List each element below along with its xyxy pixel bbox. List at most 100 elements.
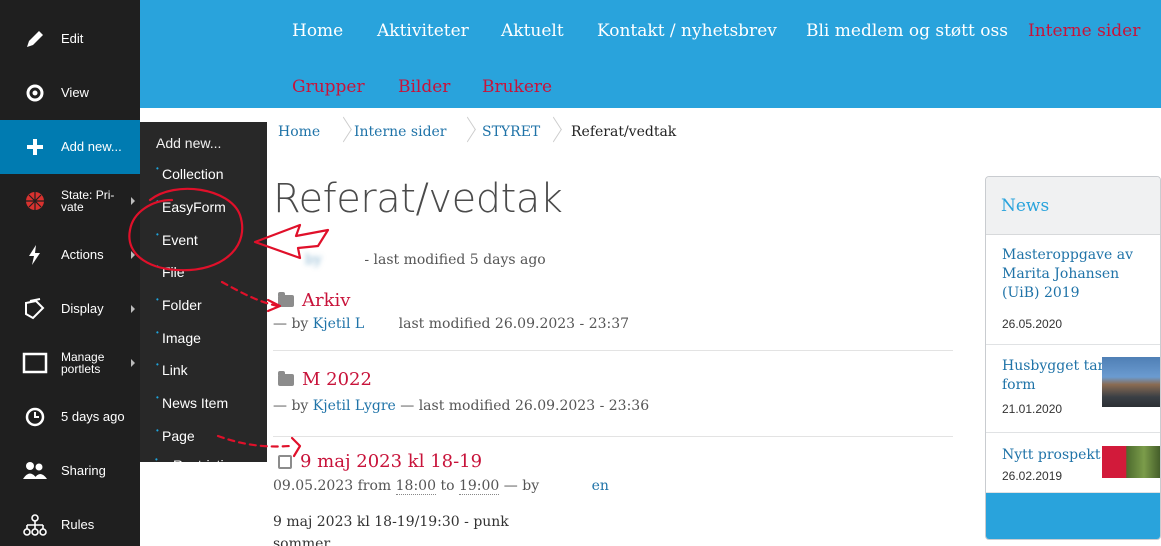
toolbar-label: Actions [61, 247, 104, 262]
by-label: — by [273, 398, 309, 414]
nav-kontakt[interactable]: Kontakt / nyhetsbrev [597, 21, 777, 41]
add-new-menu: Add new... Collection EasyForm Event Fil… [140, 122, 267, 473]
toolbar-state[interactable]: State: Pri- vate [0, 174, 140, 228]
event-date: 09.05.2023 from [273, 478, 392, 494]
caret-right-icon [131, 305, 135, 313]
news-item-date: 26.05.2020 [1002, 317, 1063, 331]
menu-item-image[interactable]: Image [156, 328, 201, 346]
news-item-date: 21.01.2020 [1002, 402, 1063, 416]
nav-interne-sider[interactable]: Interne sider [1028, 21, 1140, 41]
folder-icon [278, 371, 294, 386]
listing-item-title-text: 9 maj 2023 kl 18-19 [300, 451, 483, 472]
news-item-title[interactable]: Nytt prospekt [1002, 446, 1112, 465]
toolbar-manage-portlets[interactable]: Manage portlets [0, 336, 140, 390]
nav-bli-medlem[interactable]: Bli medlem og støtt oss [806, 21, 1008, 41]
breadcrumb-home[interactable]: Home [278, 124, 320, 140]
menu-item-event[interactable]: Event [156, 230, 198, 248]
menu-item-file[interactable]: File [156, 262, 184, 280]
nav-home[interactable]: Home [292, 21, 343, 41]
menu-item-news-item[interactable]: News Item [156, 393, 228, 411]
divider [273, 350, 953, 351]
pencil-icon [22, 26, 48, 52]
author-link[interactable]: Kjetil Lygre [313, 398, 396, 414]
modified-text: last modified 26.09.2023 - 23:37 [398, 316, 630, 332]
event-start-time: 18:00 [395, 478, 436, 495]
listing-item-title[interactable]: M 2022 [278, 369, 372, 390]
add-new-menu-title: Add new... [156, 135, 222, 151]
toolbar-label: Add new... [61, 139, 122, 154]
listing-item-title[interactable]: 9 maj 2023 kl 18-19 [278, 451, 482, 472]
author-link[interactable]: by [305, 252, 322, 268]
toolbar-display[interactable]: Display [0, 282, 140, 336]
page-title: Referat/vedtak [273, 176, 563, 222]
description-snippet: sommer [273, 536, 331, 546]
divider [273, 436, 953, 437]
breadcrumb-current: Referat/vedtak [571, 124, 677, 140]
caret-right-icon [131, 197, 135, 205]
menu-item-page[interactable]: Page [156, 426, 195, 444]
by-label: — by [273, 316, 309, 332]
modified-text: — last modified 26.09.2023 - 23:36 [400, 398, 650, 414]
breadcrumb-interne-sider[interactable]: Interne sider [354, 124, 447, 140]
news-portlet-footer[interactable] [986, 493, 1160, 539]
toolbar-label: Display [61, 301, 104, 316]
document-modified: - last modified 5 days ago [364, 252, 546, 268]
toolbar-rules[interactable]: Rules [0, 498, 140, 546]
rules-icon [22, 512, 48, 538]
news-item-title[interactable]: Masteroppgave av Marita Johansen (UiB) 2… [1002, 246, 1152, 303]
calendar-icon [278, 455, 292, 469]
news-item-thumbnail[interactable] [1102, 357, 1160, 407]
menu-item-link[interactable]: Link [156, 360, 188, 378]
event-to-label: to [440, 478, 455, 494]
toolbar-label: Edit [61, 31, 84, 46]
eye-icon [22, 80, 48, 106]
news-item-thumbnail[interactable] [1102, 446, 1160, 478]
toolbar-actions[interactable]: Actions [0, 228, 140, 282]
author-link[interactable]: en [592, 478, 609, 494]
toolbar-view[interactable]: View [0, 66, 140, 120]
nav-brukere[interactable]: Brukere [482, 77, 552, 97]
toolbar-sharing[interactable]: Sharing [0, 444, 140, 498]
breadcrumb-separator [462, 118, 474, 148]
listing-item-meta: 09.05.2023 from 18:00 to 19:00 — by en [273, 478, 609, 495]
news-item[interactable]: Nytt prospekt 26.02.2019 [986, 433, 1160, 493]
event-end-time: 19:00 [458, 478, 500, 495]
clock-icon [22, 404, 48, 430]
author-link[interactable]: Kjetil L [313, 316, 364, 332]
breadcrumb-separator [548, 118, 560, 148]
toolbar-edit[interactable]: Edit [0, 12, 140, 66]
toolbar-label: vate [61, 200, 84, 214]
nav-aktiviteter[interactable]: Aktiviteter [377, 21, 469, 41]
news-item[interactable]: Masteroppgave av Marita Johansen (UiB) 2… [986, 235, 1160, 345]
nav-bilder[interactable]: Bilder [398, 77, 450, 97]
news-item[interactable]: Husbygget tar form 21.01.2020 [986, 345, 1160, 433]
news-item-date: 26.02.2019 [1002, 469, 1063, 483]
menu-item-easyform[interactable]: EasyForm [156, 197, 226, 215]
plone-toolbar: Edit View Add new... State: Pri- vate Ac… [0, 0, 140, 546]
folder-icon [278, 292, 294, 307]
toolbar-history[interactable]: 5 days ago [0, 390, 140, 444]
news-item-title[interactable]: Husbygget tar form [1002, 357, 1112, 395]
plus-icon [22, 134, 48, 160]
toolbar-label: portlets [61, 362, 101, 376]
state-icon [22, 188, 48, 214]
toolbar-label: View [61, 85, 89, 100]
listing-item-meta: — by Kjetil L last modified 26.09.2023 -… [273, 316, 629, 332]
document-byline: by - last modified 5 days ago [305, 252, 546, 268]
breadcrumb-styret[interactable]: STYRET [482, 124, 540, 140]
listing-item-title-text: Arkiv [302, 290, 351, 311]
listing-item-title-text: M 2022 [302, 369, 372, 390]
lightning-icon [22, 242, 48, 268]
caret-right-icon [131, 359, 135, 367]
menu-item-restrictions[interactable]: Restrictions... [155, 455, 258, 473]
nav-grupper[interactable]: Grupper [292, 77, 365, 97]
toolbar-label: Rules [61, 517, 95, 532]
menu-item-folder[interactable]: Folder [156, 295, 202, 313]
news-portlet-header[interactable]: News [986, 177, 1160, 235]
description-snippet: 9 maj 2023 kl 18-19/19:30 - punk [273, 514, 509, 530]
toolbar-add-new[interactable]: Add new... [0, 120, 140, 174]
listing-item-title[interactable]: Arkiv [278, 290, 350, 311]
nav-aktuelt[interactable]: Aktuelt [501, 21, 564, 41]
by-label: — by [503, 478, 540, 494]
menu-item-collection[interactable]: Collection [156, 164, 224, 182]
